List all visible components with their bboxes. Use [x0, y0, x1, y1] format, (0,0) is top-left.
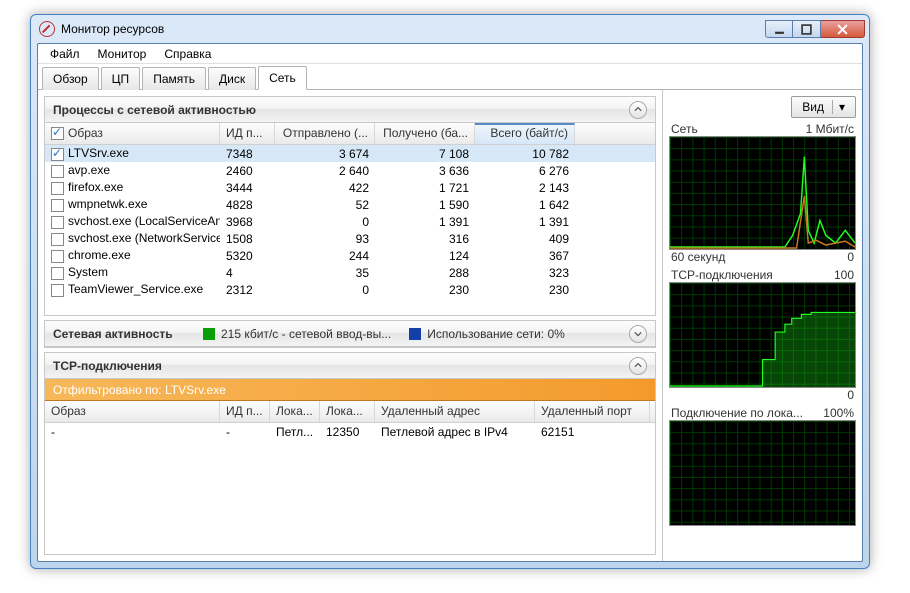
graph-network: Сеть 1 Мбит/с 60 секунд 0: [669, 122, 856, 264]
col-pid[interactable]: ИД п...: [220, 401, 270, 422]
table-row[interactable]: avp.exe24602 6403 6366 276: [45, 162, 655, 179]
menu-file[interactable]: Файл: [42, 45, 88, 63]
graph-canvas: [669, 420, 856, 526]
row-checkbox[interactable]: [51, 165, 64, 178]
processes-rows: LTVSrv.exe73483 6747 10810 782avp.exe246…: [45, 145, 655, 298]
usage-label: Использование сети: 0%: [427, 327, 565, 341]
tab-disk[interactable]: Диск: [208, 67, 256, 90]
row-checkbox[interactable]: [51, 148, 64, 161]
col-total[interactable]: Всего (байт/с): [475, 123, 575, 144]
tcp-columns: Образ ИД п... Лока... Лока... Удаленный …: [45, 401, 655, 423]
graph-max: 100: [834, 268, 854, 282]
row-checkbox[interactable]: [51, 233, 64, 246]
graph-title: Подключение по лока...: [671, 406, 803, 420]
processes-columns: Образ ИД п... Отправлено (... Получено (…: [45, 123, 655, 145]
graph-max: 100%: [823, 406, 854, 420]
expand-icon[interactable]: [629, 325, 647, 343]
col-image[interactable]: Образ: [45, 401, 220, 422]
view-button[interactable]: Вид ▾: [791, 96, 856, 118]
tabstrip: Обзор ЦП Память Диск Сеть: [38, 64, 862, 90]
processes-title: Процессы с сетевой активностью: [53, 103, 629, 117]
tcp-header[interactable]: TCP-подключения: [45, 353, 655, 379]
io-label: 215 кбит/с - сетевой ввод-вы...: [221, 327, 391, 341]
table-row[interactable]: firefox.exe34444221 7212 143: [45, 179, 655, 196]
left-pane: Процессы с сетевой активностью Образ ИД …: [38, 90, 662, 561]
right-pane: Вид ▾ Сеть 1 Мбит/с: [662, 90, 862, 561]
graph-canvas: [669, 282, 856, 388]
processes-header[interactable]: Процессы с сетевой активностью: [45, 97, 655, 123]
collapse-icon[interactable]: [629, 101, 647, 119]
col-remote[interactable]: Удаленный адрес: [375, 401, 535, 422]
minimize-button[interactable]: [765, 20, 793, 38]
col-rport[interactable]: Удаленный порт: [535, 401, 650, 422]
table-row[interactable]: --Петл...12350Петлевой адрес в IPv462151: [45, 423, 655, 440]
tab-memory[interactable]: Память: [142, 67, 206, 90]
client-area: Файл Монитор Справка Обзор ЦП Память Дис…: [37, 43, 863, 562]
maximize-button[interactable]: [793, 20, 821, 38]
titlebar[interactable]: Монитор ресурсов: [31, 15, 869, 43]
right-toolbar: Вид ▾: [669, 96, 856, 118]
collapse-icon[interactable]: [629, 357, 647, 375]
window-controls: [765, 20, 865, 38]
graph-tcp: TCP-подключения 100 0: [669, 268, 856, 402]
menu-monitor[interactable]: Монитор: [90, 45, 155, 63]
chevron-down-icon: ▾: [832, 100, 845, 114]
table-row[interactable]: TeamViewer_Service.exe23120230230: [45, 281, 655, 298]
close-button[interactable]: [821, 20, 865, 38]
menu-help[interactable]: Справка: [156, 45, 219, 63]
filter-text: Отфильтровано по: LTVSrv.exe: [53, 383, 226, 397]
col-lport[interactable]: Лока...: [320, 401, 375, 422]
tcp-panel: TCP-подключения Отфильтровано по: LTVSrv…: [44, 352, 656, 555]
graph-title: Сеть: [671, 122, 698, 136]
filter-bar: Отфильтровано по: LTVSrv.exe: [45, 379, 655, 401]
col-pid[interactable]: ИД п...: [220, 123, 275, 144]
table-row[interactable]: LTVSrv.exe73483 6747 10810 782: [45, 145, 655, 162]
usage-color-icon: [409, 328, 421, 340]
activity-header[interactable]: Сетевая активность 215 кбит/с - сетевой …: [45, 321, 655, 347]
col-recv[interactable]: Получено (ба...: [375, 123, 475, 144]
col-image[interactable]: Образ: [45, 123, 220, 144]
graph-canvas: [669, 136, 856, 250]
io-color-icon: [203, 328, 215, 340]
row-checkbox[interactable]: [51, 199, 64, 212]
tcp-rows: --Петл...12350Петлевой адрес в IPv462151: [45, 423, 655, 440]
activity-panel: Сетевая активность 215 кбит/с - сетевой …: [44, 320, 656, 348]
table-row[interactable]: System435288323: [45, 264, 655, 281]
body: Процессы с сетевой активностью Образ ИД …: [38, 90, 862, 561]
table-row[interactable]: chrome.exe5320244124367: [45, 247, 655, 264]
processes-panel: Процессы с сетевой активностью Образ ИД …: [44, 96, 656, 316]
table-row[interactable]: wmpnetwk.exe4828521 5901 642: [45, 196, 655, 213]
graph-title: TCP-подключения: [671, 268, 773, 282]
row-checkbox[interactable]: [51, 250, 64, 263]
graph-local: Подключение по лока... 100%: [669, 406, 856, 526]
tab-overview[interactable]: Обзор: [42, 67, 99, 90]
graph-max: 1 Мбит/с: [806, 122, 854, 136]
tab-network[interactable]: Сеть: [258, 66, 307, 90]
row-checkbox[interactable]: [51, 267, 64, 280]
table-row[interactable]: svchost.exe (NetworkService)150893316409: [45, 230, 655, 247]
menubar: Файл Монитор Справка: [38, 44, 862, 64]
col-sent[interactable]: Отправлено (...: [275, 123, 375, 144]
row-checkbox[interactable]: [51, 216, 64, 229]
tcp-title: TCP-подключения: [53, 359, 629, 373]
table-row[interactable]: svchost.exe (LocalServiceAn...396801 391…: [45, 213, 655, 230]
tab-cpu[interactable]: ЦП: [101, 67, 141, 90]
col-local[interactable]: Лока...: [270, 401, 320, 422]
row-checkbox[interactable]: [51, 284, 64, 297]
row-checkbox[interactable]: [51, 182, 64, 195]
window-title: Монитор ресурсов: [61, 22, 765, 36]
app-icon: [39, 21, 55, 37]
activity-title: Сетевая активность: [53, 327, 203, 341]
window: Монитор ресурсов Файл Монитор Справка Об…: [30, 14, 870, 569]
select-all-checkbox[interactable]: [51, 127, 64, 140]
